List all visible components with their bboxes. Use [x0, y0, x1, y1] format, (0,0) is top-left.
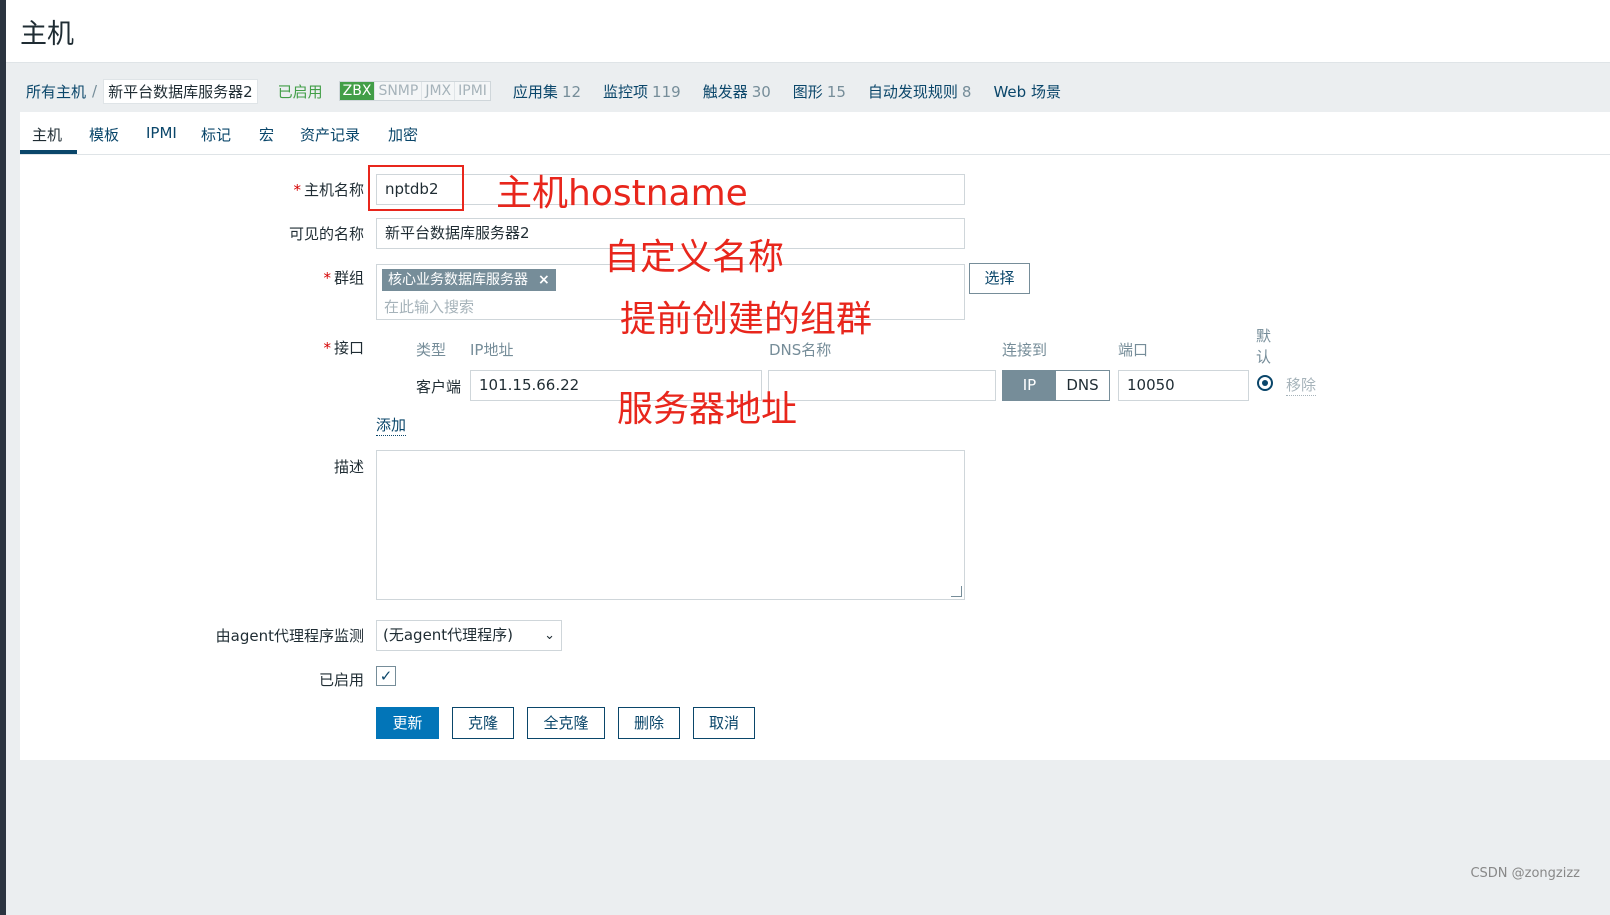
interface-header-default-line2: 认: [1256, 348, 1272, 366]
delete-button[interactable]: 删除: [618, 707, 680, 739]
interface-type-agent: 客户端: [416, 378, 462, 396]
annotation-address: 服务器地址: [617, 389, 798, 430]
interface-header-dns: DNS名称: [769, 341, 832, 359]
breadcrumb-item-label: 图形: [792, 82, 823, 101]
breadcrumb-all-hosts[interactable]: 所有主机: [26, 81, 86, 102]
breadcrumb-item-label: 自动发现规则: [867, 82, 958, 101]
availability-jmx: JMX: [422, 82, 456, 100]
host-name-label-text: 主机名称: [303, 181, 364, 199]
interface-connect-toggle[interactable]: IP DNS: [1002, 370, 1110, 401]
proxy-select[interactable]: (无agent代理程序) ⌄: [376, 620, 562, 651]
tab-host[interactable]: 主机: [32, 124, 62, 145]
remove-group-icon[interactable]: ×: [538, 269, 550, 291]
breadcrumb-triggers[interactable]: 触发器 30: [703, 81, 771, 102]
interfaces-label: * 接口: [323, 337, 364, 358]
page-title: 主机: [20, 19, 74, 50]
interface-dns-input[interactable]: [768, 370, 996, 401]
default-interface-radio[interactable]: [1257, 375, 1273, 391]
availability-ipmi: IPMI: [455, 82, 490, 100]
interface-header-type: 类型: [416, 341, 447, 359]
breadcrumb-item-label: Web 场景: [993, 82, 1061, 101]
breadcrumb-discovery-rules[interactable]: 自动发现规则 8: [868, 81, 972, 102]
host-name-label: * 主机名称: [293, 179, 364, 200]
interface-header-connect: 连接到: [1002, 341, 1048, 359]
host-status-enabled[interactable]: 已启用: [278, 81, 323, 102]
host-form-panel: 主机 模板 IPMI 标记 宏 资产记录 加密 * 主机名称 nptdb2 可见的…: [20, 112, 1610, 760]
resize-grip-icon[interactable]: [951, 586, 962, 597]
breadcrumb: 所有主机 / 新平台数据库服务器2 已启用 ZBX SNMP JMX IPMI …: [26, 78, 1065, 104]
group-chip-label: 核心业务数据库服务器: [388, 272, 528, 288]
tab-tags[interactable]: 标记: [201, 124, 231, 145]
left-edge-bar: [0, 0, 6, 915]
hostname-highlight-box: [368, 165, 464, 211]
tab-inventory[interactable]: 资产记录: [300, 124, 360, 145]
breadcrumb-item-label: 监控项: [603, 82, 649, 101]
breadcrumb-item-label: 触发器: [702, 82, 748, 101]
groups-select-button[interactable]: 选择: [969, 263, 1030, 294]
interface-header-ip: IP地址: [470, 341, 514, 359]
cancel-button[interactable]: 取消: [693, 707, 755, 739]
full-clone-button[interactable]: 全克隆: [527, 707, 605, 739]
breadcrumb-web-scenarios[interactable]: Web 场景: [993, 81, 1064, 102]
interface-header-default-line1: 默: [1256, 327, 1272, 345]
enabled-label: 已启用: [318, 671, 364, 689]
visible-name-label: 可见的名称: [288, 225, 364, 243]
breadcrumb-item-count: 8: [961, 82, 972, 101]
required-mark: *: [323, 339, 331, 357]
update-button[interactable]: 更新: [376, 707, 439, 739]
tab-encryption[interactable]: 加密: [388, 124, 418, 145]
interface-remove-link[interactable]: 移除: [1286, 374, 1317, 396]
annotation-visible-name: 自定义名称: [604, 237, 785, 278]
description-label: 描述: [333, 458, 364, 476]
watermark: CSDN @zongzizz: [1470, 866, 1580, 881]
tab-bar: 主机 模板 IPMI 标记 宏 资产记录 加密: [20, 112, 1610, 155]
tab-templates[interactable]: 模板: [89, 124, 119, 145]
availability-snmp: SNMP: [375, 82, 423, 100]
connect-dns-option[interactable]: DNS: [1056, 371, 1109, 400]
interface-header-default: 默认: [1256, 325, 1271, 367]
breadcrumb-separator: /: [92, 82, 98, 100]
breadcrumb-applications[interactable]: 应用集 12: [513, 81, 581, 102]
proxy-label: 由agent代理程序监测: [215, 627, 364, 645]
interfaces-label-text: 接口: [333, 339, 364, 357]
breadcrumb-item-label: 应用集: [512, 82, 558, 101]
annotation-group: 提前创建的组群: [620, 299, 873, 340]
breadcrumb-item-count: 15: [826, 82, 846, 101]
clone-button[interactable]: 克隆: [452, 707, 514, 739]
tab-ipmi[interactable]: IPMI: [146, 124, 177, 142]
breadcrumb-items[interactable]: 监控项 119: [603, 81, 681, 102]
group-chip: 核心业务数据库服务器 ×: [382, 269, 556, 291]
annotation-hostname: 主机hostname: [496, 173, 748, 214]
groups-search-placeholder[interactable]: 在此输入搜索: [384, 296, 474, 317]
tab-macros[interactable]: 宏: [259, 124, 274, 145]
interface-port-input[interactable]: 10050: [1118, 370, 1249, 401]
breadcrumb-graphs[interactable]: 图形 15: [793, 81, 846, 102]
required-mark: *: [293, 181, 301, 199]
interface-header-port: 端口: [1118, 341, 1149, 359]
groups-label-text: 群组: [333, 269, 364, 287]
active-tab-indicator: [20, 150, 77, 154]
availability-badges: ZBX SNMP JMX IPMI: [338, 81, 491, 101]
interface-add-link[interactable]: 添加: [376, 414, 407, 436]
breadcrumb-current-host[interactable]: 新平台数据库服务器2: [103, 78, 258, 104]
breadcrumb-item-count: 30: [751, 82, 771, 101]
breadcrumb-item-count: 119: [652, 82, 681, 101]
connect-ip-option[interactable]: IP: [1003, 371, 1056, 400]
groups-label: * 群组: [323, 267, 364, 288]
proxy-select-value: (无agent代理程序): [383, 626, 514, 644]
page-header: 主机: [6, 0, 1610, 63]
enabled-checkbox[interactable]: ✓: [376, 666, 396, 686]
breadcrumb-item-count: 12: [561, 82, 582, 101]
availability-zbx: ZBX: [339, 82, 376, 100]
chevron-down-icon: ⌄: [544, 628, 555, 643]
description-textarea[interactable]: [376, 450, 965, 600]
required-mark: *: [323, 269, 331, 287]
